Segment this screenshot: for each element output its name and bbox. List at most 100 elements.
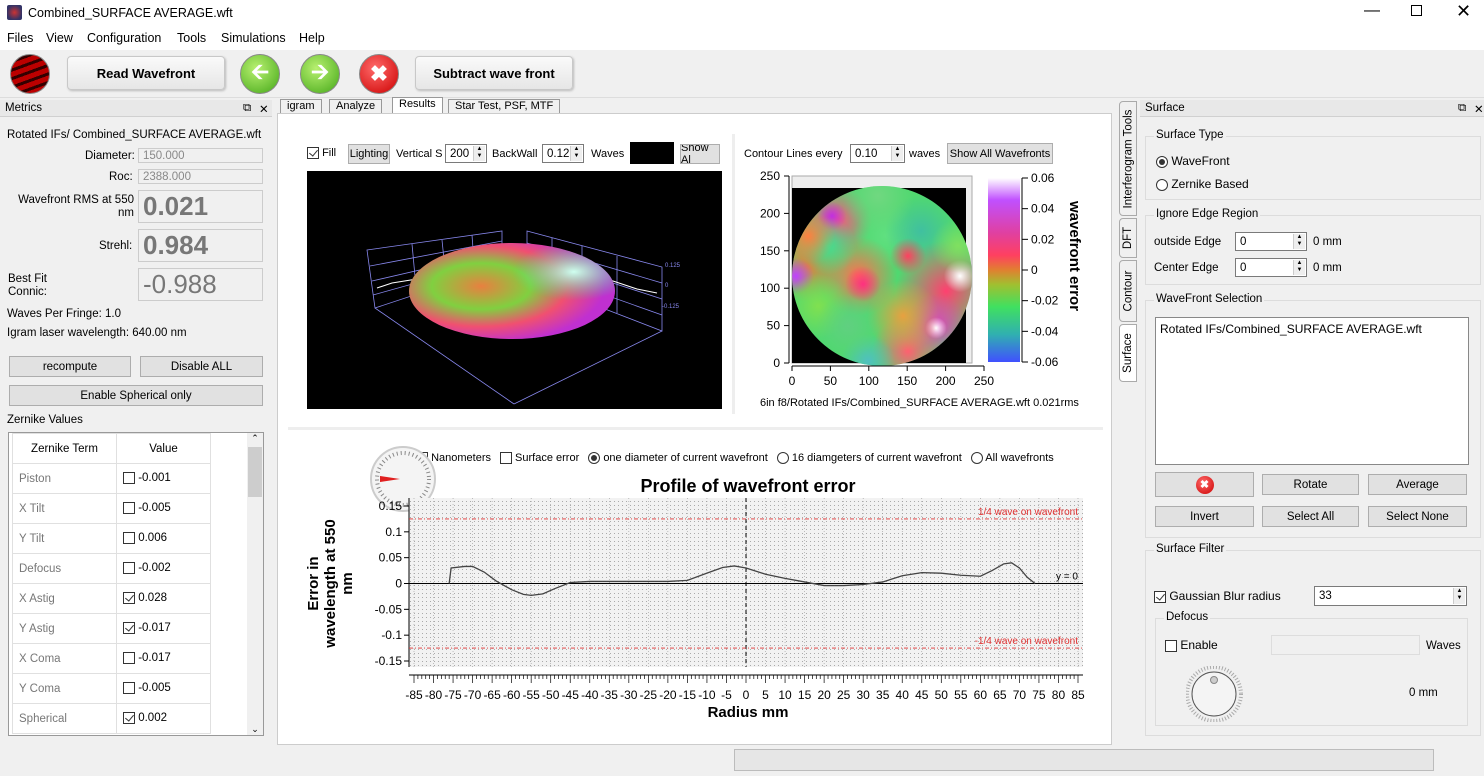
x-tick-label: -65 <box>483 688 501 702</box>
select-none-button[interactable]: Select None <box>1368 506 1467 527</box>
table-row[interactable]: X Coma -0.017 <box>12 643 211 674</box>
fill-check-icon[interactable] <box>307 147 319 160</box>
tab-star-test[interactable]: Star Test, PSF, MTF <box>448 99 561 113</box>
profile-option-16-diamgeters-of-current-wavefront[interactable]: 16 diamgeters of current wavefront <box>776 452 962 465</box>
gaussian-blur-checkbox[interactable]: Gaussian Blur radius <box>1154 589 1281 603</box>
tab-dft[interactable]: DFT <box>1119 218 1137 258</box>
average-button[interactable]: Average <box>1368 474 1467 495</box>
zernike-enable-checkbox[interactable] <box>123 532 135 545</box>
fill-checkbox[interactable]: Fill <box>307 147 336 160</box>
profile-option-surface-error[interactable]: Surface error <box>499 452 580 465</box>
x-tick-label: 25 <box>837 688 851 702</box>
splitter[interactable] <box>732 134 735 414</box>
tab-igram[interactable]: igram <box>280 99 322 113</box>
zernike-enable-checkbox[interactable] <box>123 502 135 515</box>
subtract-wavefront-button[interactable]: Subtract wave front <box>415 56 573 90</box>
table-row[interactable]: Y Astig -0.017 <box>12 613 211 644</box>
zernike-enable-checkbox[interactable] <box>123 472 135 485</box>
table-row[interactable]: Y Tilt 0.006 <box>12 523 211 554</box>
zernike-term: Y Astig <box>12 613 117 644</box>
zernike-enable-checkbox[interactable] <box>123 682 135 695</box>
menu-configuration[interactable]: Configuration <box>87 31 161 45</box>
table-row[interactable]: Y Coma -0.005 <box>12 673 211 704</box>
menu-files[interactable]: Files <box>7 31 33 45</box>
next-arrow-icon[interactable]: 🡪 <box>300 54 340 94</box>
delete-icon[interactable]: ✖ <box>359 54 399 94</box>
roc-label: Roc: <box>109 171 133 183</box>
vertical-scale-spin[interactable]: 200 ▲ ▼ <box>445 144 487 163</box>
float-icon[interactable]: ⧉ <box>243 102 251 115</box>
table-row[interactable]: Piston -0.001 <box>12 463 211 494</box>
zernike-scrollbar[interactable]: ⌃ ⌄ <box>247 433 263 735</box>
show-all-wavefronts-button[interactable]: Show All Wavefronts <box>947 143 1053 164</box>
list-item[interactable]: Rotated IFs/Combined_SURFACE AVERAGE.wft <box>1160 322 1464 336</box>
maximize-icon[interactable] <box>1411 5 1422 16</box>
defocus-dial[interactable] <box>1186 666 1246 722</box>
zernike-enable-checkbox[interactable] <box>123 712 135 725</box>
defocus-enable-checkbox[interactable]: Enable <box>1165 638 1218 652</box>
outside-edge-spin[interactable]: 0 ▲ ▼ <box>1235 232 1307 251</box>
table-row[interactable]: Spherical 0.002 <box>12 703 211 734</box>
surface-3d-view[interactable]: 0.125 0 -0.125 <box>307 171 722 409</box>
contour-lines-spin[interactable]: 0.10 ▲ ▼ <box>850 144 905 163</box>
profile-option-label: Nanometers <box>431 452 491 464</box>
menu-help[interactable]: Help <box>299 31 325 45</box>
float-icon[interactable]: ⧉ <box>1458 102 1466 115</box>
defocus-field[interactable] <box>1271 635 1420 655</box>
profile-option-all-wavefronts[interactable]: All wavefronts <box>970 452 1054 465</box>
header-value[interactable]: Value <box>116 433 211 464</box>
invert-button[interactable]: Invert <box>1155 506 1254 527</box>
tab-analyze[interactable]: Analyze <box>329 99 383 113</box>
table-row[interactable]: X Astig 0.028 <box>12 583 211 614</box>
table-row[interactable]: Defocus -0.002 <box>12 553 211 584</box>
backwall-spin[interactable]: 0.12 ▲ ▼ <box>542 144 584 163</box>
x-tick-label: 5 <box>762 688 769 702</box>
center-edge-spin[interactable]: 0 ▲ ▼ <box>1235 258 1307 277</box>
laser-wavelength: Igram laser wavelength: 640.00 nm <box>7 327 187 339</box>
menu-view[interactable]: View <box>46 31 73 45</box>
delete-wavefront-button[interactable]: ✖ <box>1155 472 1254 497</box>
disable-all-button[interactable]: Disable ALL <box>140 356 263 377</box>
header-term[interactable]: Zernike Term <box>12 433 117 464</box>
recompute-button[interactable]: recompute <box>9 356 131 377</box>
zernike-enable-checkbox[interactable] <box>123 622 135 635</box>
radio-wavefront[interactable]: WaveFront <box>1156 154 1230 168</box>
igram-button[interactable] <box>10 54 50 94</box>
read-wavefront-button[interactable]: Read Wavefront <box>67 56 225 90</box>
waves-color-swatch[interactable] <box>630 142 674 164</box>
x-tick-label: 75 <box>1032 688 1046 702</box>
profile-option-one-diameter-of-current-wavefront[interactable]: one diameter of current wavefront <box>588 452 768 465</box>
menu-tools[interactable]: Tools <box>177 31 206 45</box>
contour-plot[interactable]: 0 50 100 150 200 250 0 50 100 150 200 250 0.06 0.04 0.… <box>736 166 1081 411</box>
tab-interferogram-tools[interactable]: Interferogram Tools <box>1119 101 1137 216</box>
roc-field: 2388.000 <box>138 169 263 184</box>
wavefront-list[interactable]: Rotated IFs/Combined_SURFACE AVERAGE.wft <box>1155 317 1469 465</box>
y-tick-label: 50 <box>767 319 781 333</box>
close-dock-icon[interactable]: ✕ <box>1474 102 1484 116</box>
outside-edge-value: 0 <box>1240 235 1247 248</box>
table-row[interactable]: X Tilt -0.005 <box>12 493 211 524</box>
tab-results[interactable]: Results <box>392 97 443 113</box>
zernike-enable-checkbox[interactable] <box>123 592 135 605</box>
lighting-button[interactable]: Lighting <box>348 144 390 164</box>
close-dock-icon[interactable]: ✕ <box>259 102 269 116</box>
minimize-icon[interactable]: — <box>1364 2 1380 20</box>
rotate-button[interactable]: Rotate <box>1262 474 1359 495</box>
tab-contour[interactable]: Contour <box>1119 260 1137 322</box>
select-all-button[interactable]: Select All <box>1262 506 1359 527</box>
colorbar-label: wavefront error <box>1066 200 1081 311</box>
zernike-enable-checkbox[interactable] <box>123 652 135 665</box>
group-title: WaveFront Selection <box>1154 293 1265 305</box>
tab-surface[interactable]: Surface <box>1119 324 1137 382</box>
close-icon[interactable]: ✕ <box>1456 1 1471 22</box>
radio-zernike-based[interactable]: Zernike Based <box>1156 177 1249 191</box>
previous-arrow-icon[interactable]: 🡨 <box>240 54 280 94</box>
x-axis-label: Radius mm <box>708 704 789 721</box>
gaussian-blur-spin[interactable]: 33 ▲ ▼ <box>1314 586 1467 606</box>
enable-spherical-button[interactable]: Enable Spherical only <box>9 385 263 406</box>
zernike-enable-checkbox[interactable] <box>123 562 135 575</box>
center-edge-label: Center Edge <box>1154 262 1219 274</box>
profile-option-label: Surface error <box>515 452 580 464</box>
menu-simulations[interactable]: Simulations <box>221 31 286 45</box>
show-all-3d-button[interactable]: Show Al <box>680 144 720 164</box>
